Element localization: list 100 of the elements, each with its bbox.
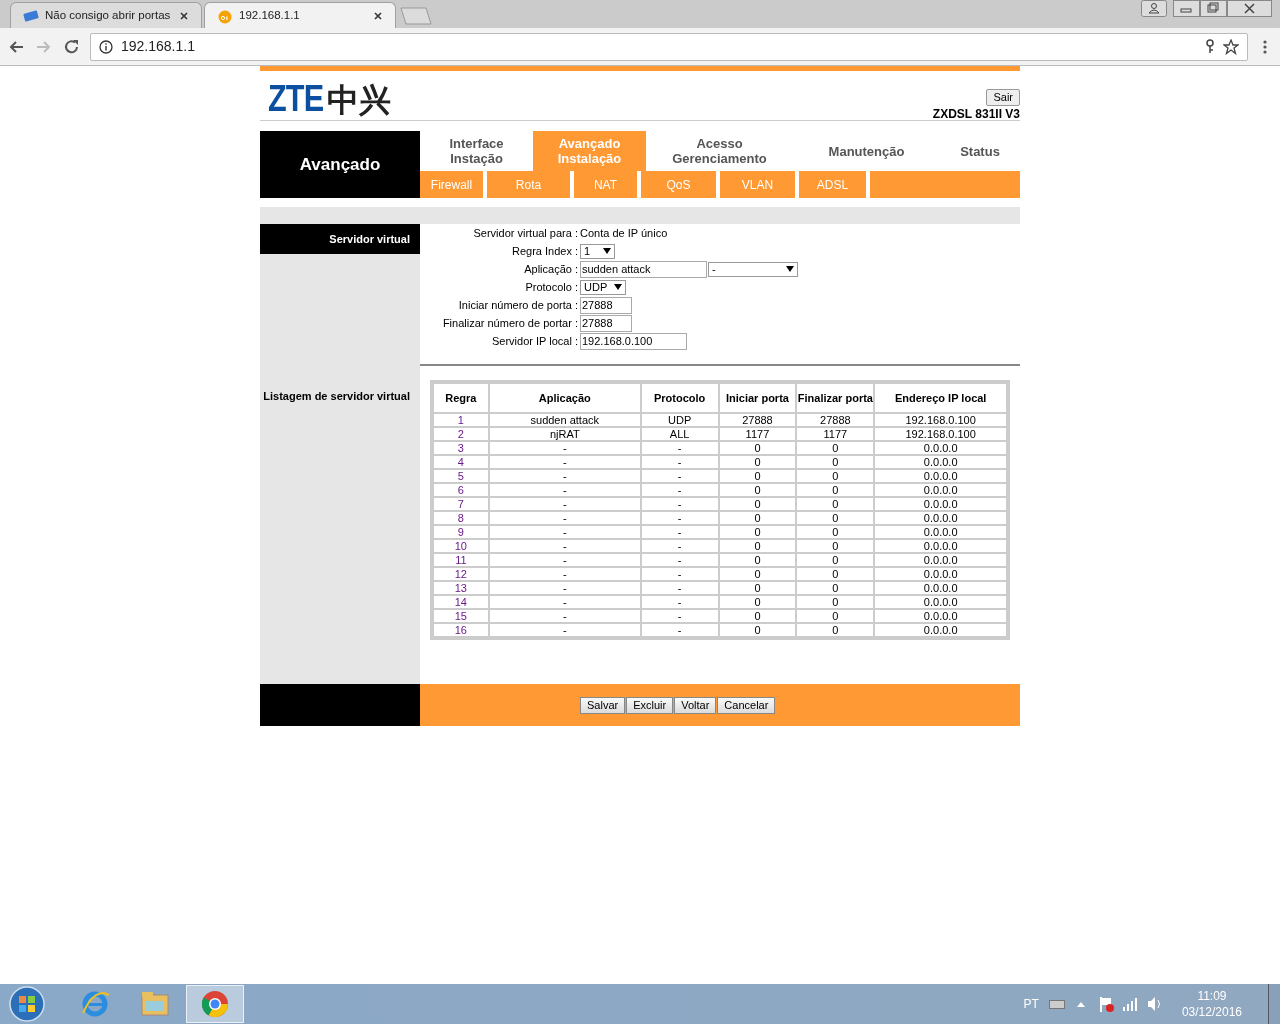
table-cell: - <box>488 511 641 525</box>
key-icon[interactable] <box>1205 39 1215 54</box>
action-button[interactable]: Voltar <box>674 696 717 714</box>
table-cell: 11 <box>433 553 489 567</box>
table-cell: 10 <box>433 539 489 553</box>
table-cell: - <box>640 455 719 469</box>
address-bar[interactable]: 192.168.1.1 <box>90 32 1248 61</box>
start-button-icon[interactable] <box>8 985 46 1023</box>
table-cell: 0.0.0.0 <box>874 581 1007 595</box>
restore-icon[interactable] <box>1200 0 1227 17</box>
input-field[interactable]: sudden attack <box>580 260 707 278</box>
input-field[interactable]: 27888 <box>580 296 632 314</box>
star-icon[interactable] <box>1223 38 1239 55</box>
table-cell: 0.0.0.0 <box>874 609 1007 623</box>
table-cell: 0 <box>796 623 875 637</box>
field-value: Conta de IP único <box>580 225 668 241</box>
sidebar-heading: Servidor virtual <box>260 224 420 254</box>
show-desktop-button[interactable] <box>1268 984 1280 1024</box>
table-cell: - <box>640 497 719 511</box>
table-cell: 4 <box>433 455 489 469</box>
table-cell: - <box>488 539 641 553</box>
info-icon[interactable] <box>99 39 113 54</box>
field-label: Iniciar número de porta : <box>457 297 578 313</box>
dropdown[interactable]: - <box>708 261 798 277</box>
table-cell: - <box>640 553 719 567</box>
action-button[interactable]: Excluir <box>626 696 674 714</box>
table-cell: 0.0.0.0 <box>874 483 1007 497</box>
action-button[interactable]: Cancelar <box>717 696 776 714</box>
table-cell: 0 <box>796 553 875 567</box>
table-cell: - <box>488 553 641 567</box>
address-text: 192.168.1.1 <box>121 37 196 56</box>
table-cell: - <box>488 623 641 637</box>
flag-error-icon[interactable] <box>1098 995 1115 1013</box>
close-icon[interactable] <box>373 10 383 21</box>
caret-icon <box>786 266 794 272</box>
input-field[interactable]: 27888 <box>580 314 632 332</box>
column-header: Regra <box>433 383 489 413</box>
table-cell: 0 <box>796 581 875 595</box>
table-cell: - <box>640 623 719 637</box>
reload-icon[interactable] <box>64 38 80 55</box>
table-cell: 0 <box>718 469 797 483</box>
table-cell: - <box>640 525 719 539</box>
browser-circle-icon <box>200 989 230 1019</box>
table-cell: 1177 <box>796 427 875 441</box>
input-field[interactable]: 192.168.0.100 <box>580 332 687 350</box>
table-cell: 0 <box>796 609 875 623</box>
tab-title: Não consigo abrir portas <box>45 7 172 23</box>
table-cell: 1 <box>433 413 489 427</box>
table-cell: ALL <box>640 427 719 441</box>
table-cell: 0 <box>796 483 875 497</box>
table-cell: 6 <box>433 483 489 497</box>
table-cell: - <box>640 539 719 553</box>
table-cell: 0.0.0.0 <box>874 525 1007 539</box>
keyboard-icon[interactable] <box>1048 998 1065 1010</box>
table-cell: 0 <box>718 441 797 455</box>
column-header: Aplicação <box>488 383 641 413</box>
table-cell: 0 <box>796 455 875 469</box>
table-cell: - <box>640 469 719 483</box>
close-icon[interactable] <box>179 10 189 21</box>
model-name: ZXDSL 831II V3 <box>932 108 1020 120</box>
back-arrow-icon[interactable] <box>8 38 26 55</box>
show-hidden-icons-icon[interactable] <box>1076 1001 1085 1007</box>
minimize-icon[interactable] <box>1173 0 1200 17</box>
table-cell: 0.0.0.0 <box>874 455 1007 469</box>
table-cell: 0.0.0.0 <box>874 553 1007 567</box>
clock-date: 03/12/2016 <box>1181 1004 1242 1020</box>
field-label: Regra Index : <box>510 243 578 259</box>
table-cell: 0 <box>718 511 797 525</box>
table-cell: - <box>488 497 641 511</box>
logout-button[interactable]: Sair <box>986 89 1020 106</box>
table-cell: 0 <box>796 497 875 511</box>
menu-icon[interactable] <box>1262 38 1268 55</box>
table-cell: 0 <box>718 525 797 539</box>
table-cell: 0.0.0.0 <box>874 623 1007 637</box>
clock-time: 11:09 <box>1197 988 1227 1004</box>
speaker-icon[interactable] <box>1146 996 1162 1012</box>
table-cell: 192.168.0.100 <box>874 413 1007 427</box>
browser-tab[interactable]: 192.168.1.1 <box>204 2 396 28</box>
table-cell: 3 <box>433 441 489 455</box>
column-header: Finalizar porta <box>796 383 875 413</box>
signal-bars-icon[interactable] <box>1122 997 1137 1011</box>
sidebar-label: Listagem de servidor virtual <box>262 389 411 404</box>
browser-tab[interactable]: Não consigo abrir portas <box>10 2 202 28</box>
table-cell: UDP <box>640 413 719 427</box>
dropdown[interactable]: 1 <box>580 243 615 259</box>
close-window-icon[interactable] <box>1227 0 1272 17</box>
table-cell: 0 <box>718 455 797 469</box>
table-cell: 27888 <box>796 413 875 427</box>
profile-icon[interactable] <box>1141 0 1167 17</box>
dropdown[interactable]: UDP <box>580 279 626 295</box>
taskbar-app[interactable] <box>186 985 244 1023</box>
table-cell: - <box>488 455 641 469</box>
table-cell: 0.0.0.0 <box>874 539 1007 553</box>
table-cell: - <box>640 441 719 455</box>
table-cell: 0.0.0.0 <box>874 469 1007 483</box>
caret-icon <box>603 248 611 254</box>
action-button[interactable]: Salvar <box>580 696 626 714</box>
table-cell: 0 <box>718 497 797 511</box>
table-cell: 15 <box>433 609 489 623</box>
browser-e-icon <box>80 989 110 1019</box>
